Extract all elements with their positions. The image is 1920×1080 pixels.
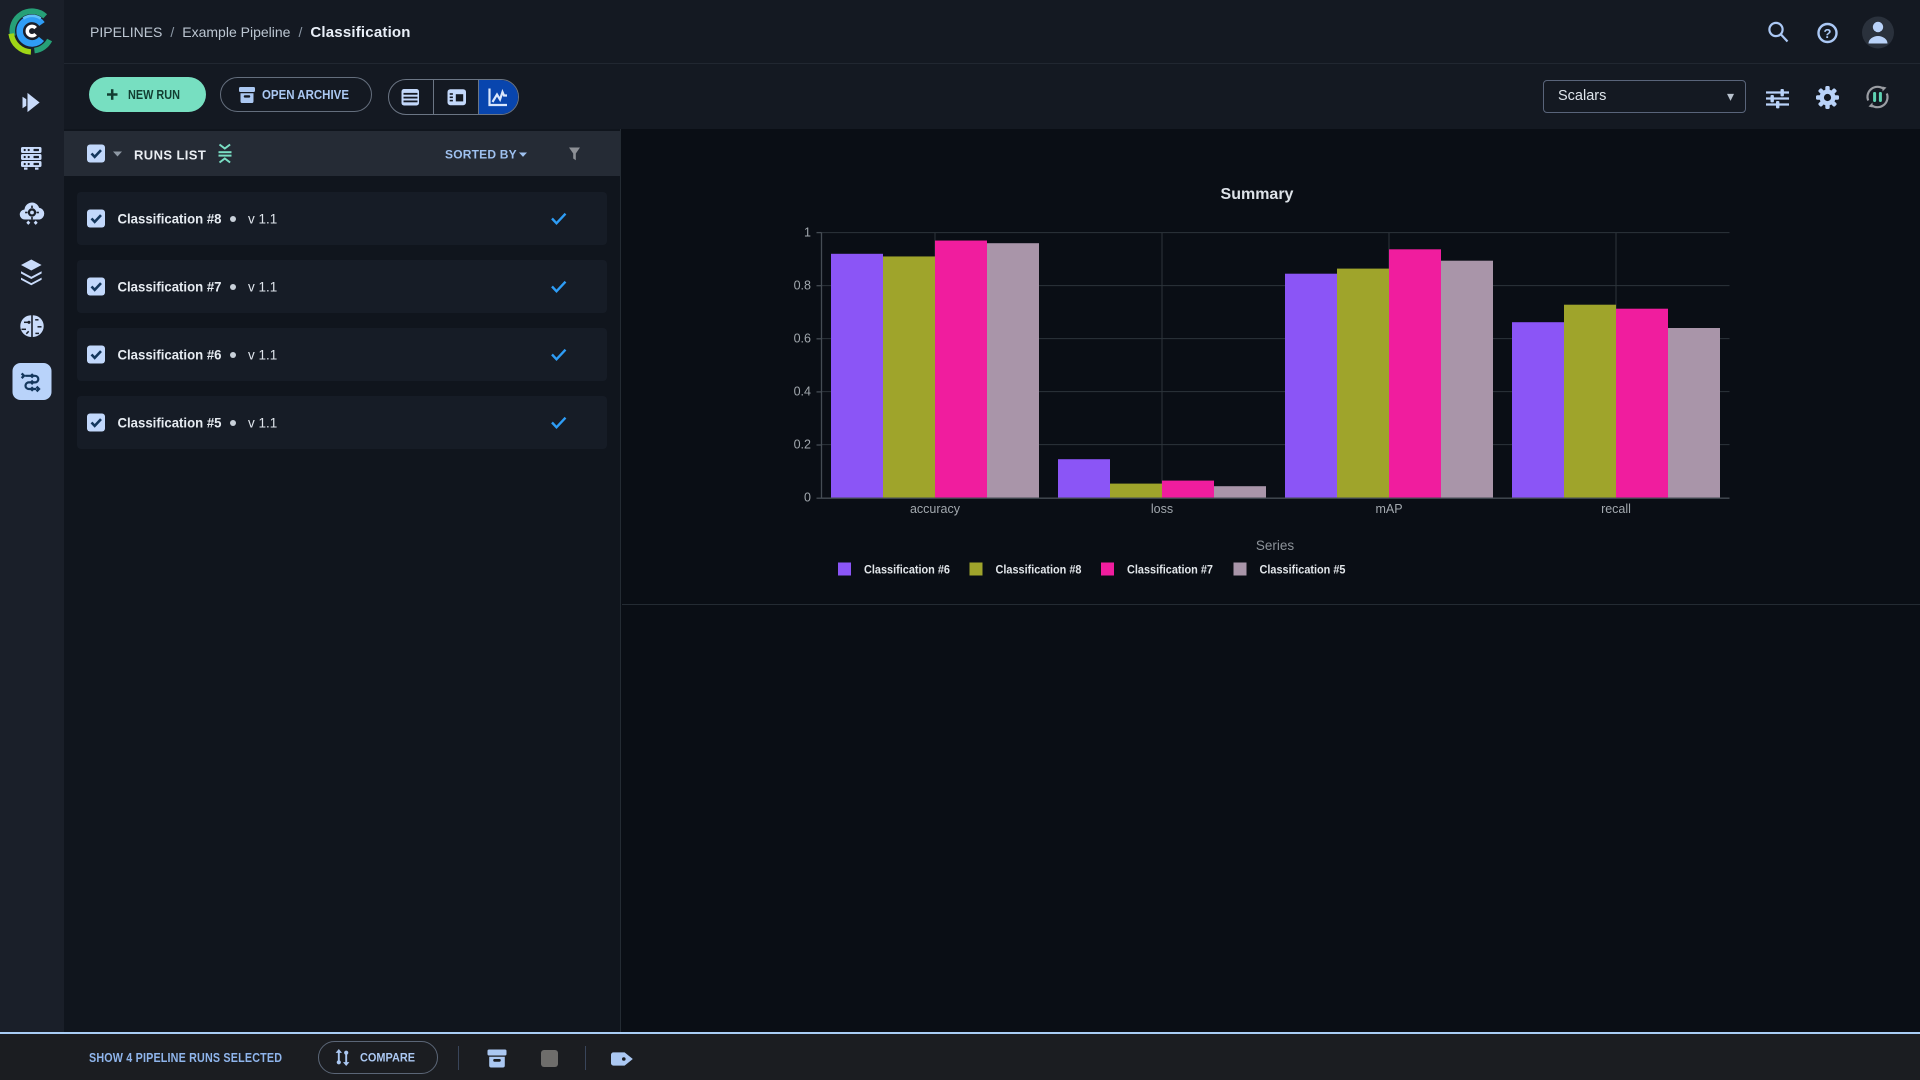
svg-text:Series: Series: [1256, 538, 1295, 553]
svg-text:0: 0: [804, 491, 811, 505]
svg-text:0.2: 0.2: [794, 438, 811, 452]
svg-text:Classification #8: Classification #8: [996, 563, 1082, 577]
svg-text:?: ?: [1824, 26, 1832, 41]
svg-text:NEW RUN: NEW RUN: [128, 88, 180, 102]
svg-text:v 1.1: v 1.1: [248, 279, 277, 294]
svg-text:Classification #8: Classification #8: [118, 211, 222, 226]
svg-text:Summary: Summary: [1221, 186, 1294, 203]
svg-text:Classification #7: Classification #7: [1127, 563, 1213, 577]
svg-text:v 1.1: v 1.1: [248, 415, 277, 430]
svg-text:accuracy: accuracy: [910, 502, 961, 516]
svg-text:1: 1: [804, 226, 811, 240]
svg-text:v 1.1: v 1.1: [248, 211, 277, 226]
svg-text:Classification #5: Classification #5: [1260, 563, 1346, 577]
svg-text:COMPARE: COMPARE: [360, 1051, 415, 1065]
svg-text:0.8: 0.8: [794, 279, 811, 293]
svg-text:mAP: mAP: [1375, 502, 1402, 516]
svg-text:recall: recall: [1601, 502, 1631, 516]
svg-text:Classification #6: Classification #6: [864, 563, 950, 577]
svg-text:RUNS LIST: RUNS LIST: [134, 148, 206, 163]
svg-text:Classification #7: Classification #7: [118, 279, 222, 294]
svg-text:SORTED BY: SORTED BY: [445, 148, 517, 162]
svg-text:v 1.1: v 1.1: [248, 347, 277, 362]
svg-text:Classification #5: Classification #5: [118, 415, 222, 430]
svg-text:0.6: 0.6: [794, 332, 811, 346]
svg-text:OPEN ARCHIVE: OPEN ARCHIVE: [262, 88, 349, 102]
svg-text:0.4: 0.4: [794, 385, 811, 399]
svg-text:loss: loss: [1151, 502, 1173, 516]
svg-text:Classification #6: Classification #6: [118, 347, 222, 362]
